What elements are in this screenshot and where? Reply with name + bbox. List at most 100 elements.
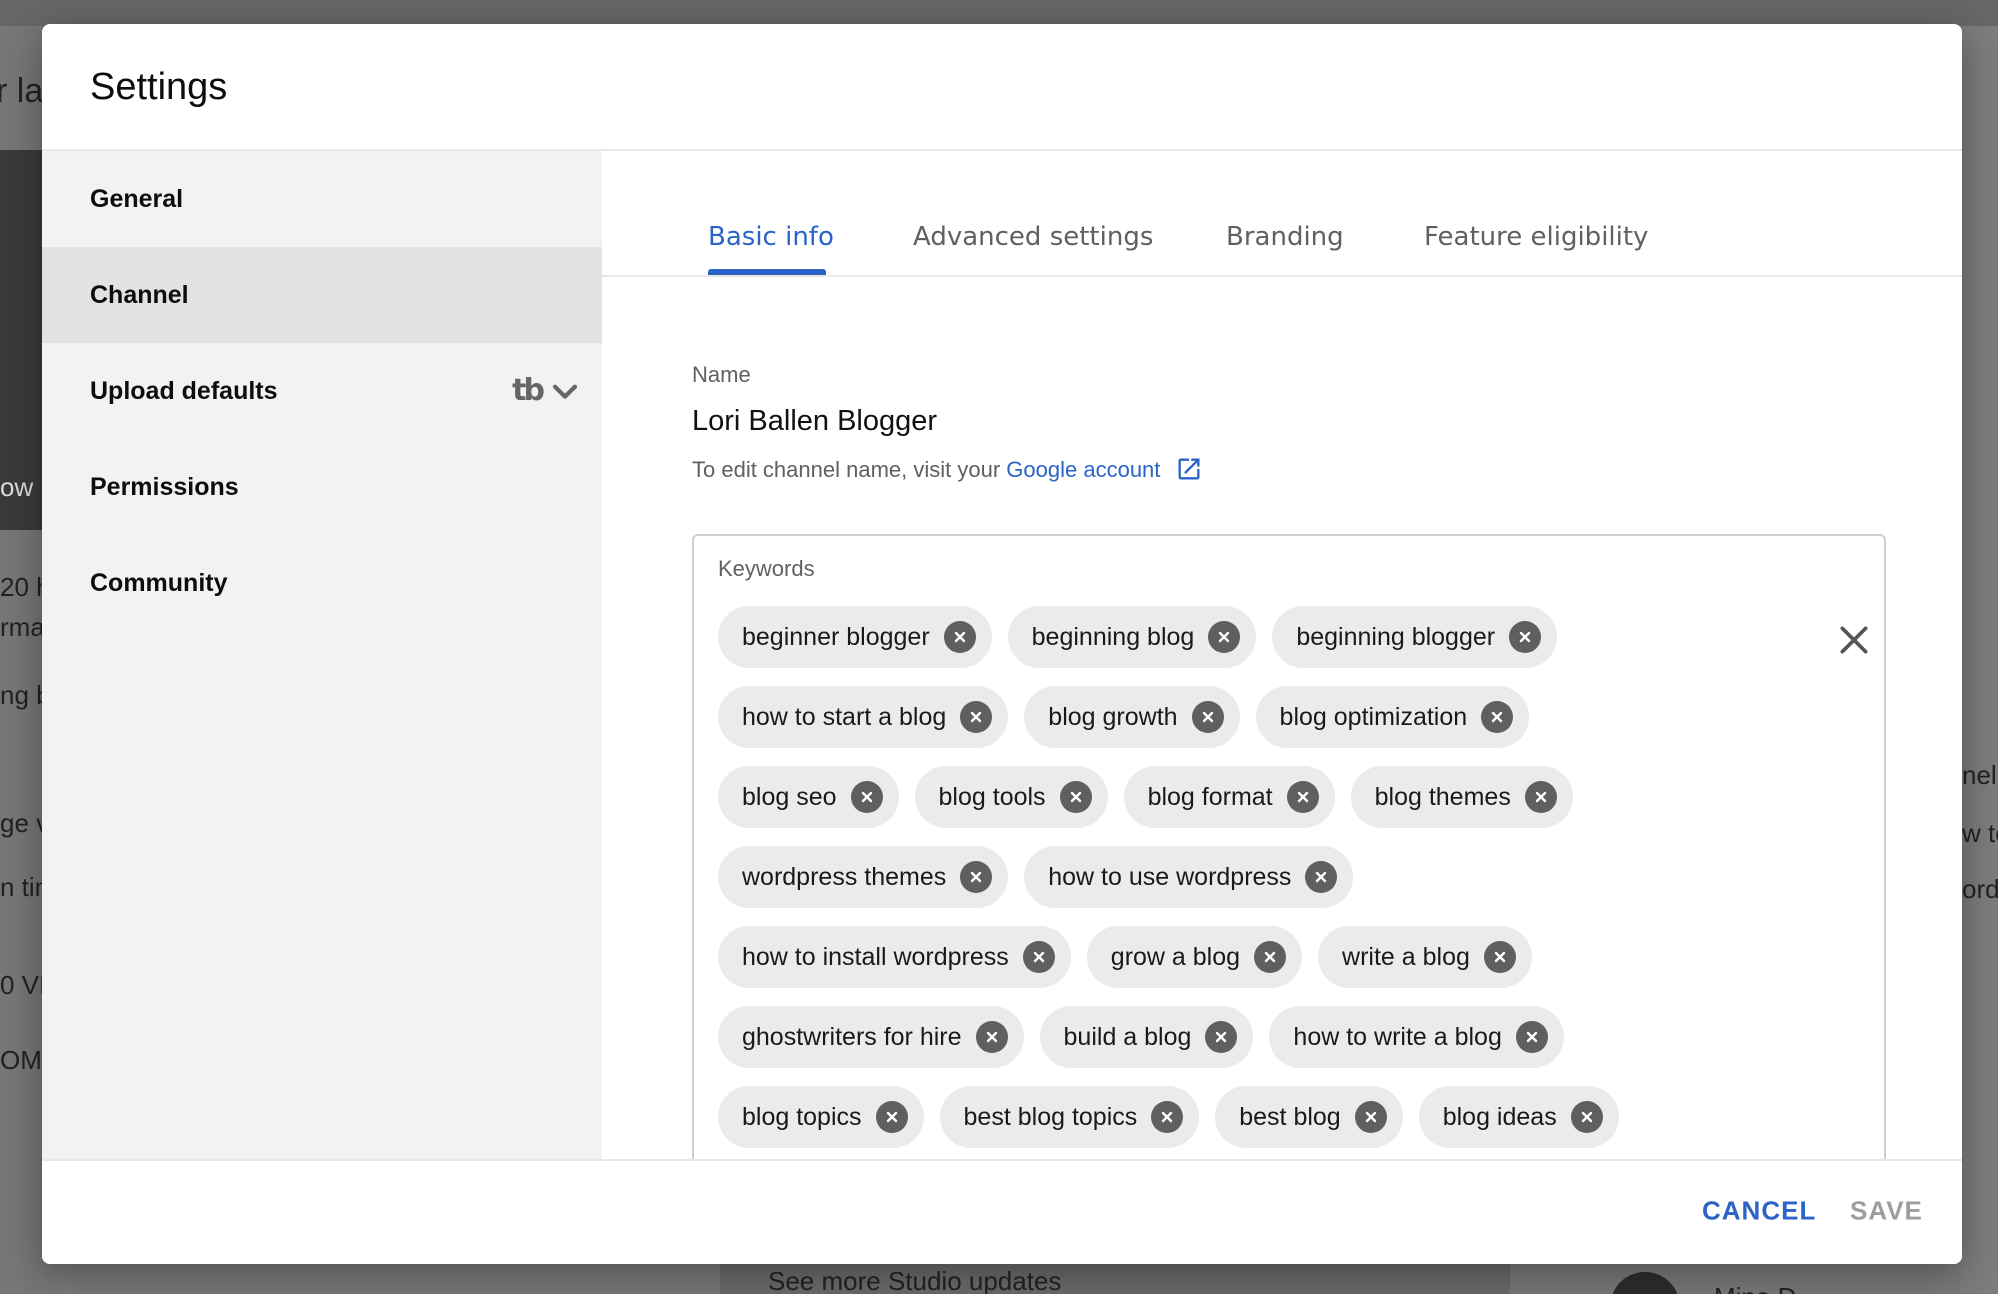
background-text: w to (1962, 818, 1998, 848)
keyword-chip-label: blog seo (742, 782, 837, 811)
keyword-chip-label: how to use wordpress (1048, 862, 1292, 891)
dialog-title: Settings (90, 66, 228, 108)
keyword-chip-row: blog seo blog tools blog format blog themes (718, 766, 1838, 828)
keyword-chip: build a blog (1039, 1006, 1254, 1068)
keyword-chip-label: blog format (1147, 782, 1273, 811)
dialog-header: Settings (42, 24, 1962, 151)
tab-feature-eligibility[interactable]: Feature eligibility (1424, 222, 1648, 252)
remove-keyword-icon[interactable] (1208, 621, 1241, 653)
sidebar-item-upload-defaults[interactable]: Upload defaults tb (42, 343, 602, 439)
keywords-field[interactable]: Keywords beginner blogger beginning blog b… (692, 534, 1886, 1234)
remove-keyword-icon[interactable] (1305, 861, 1338, 893)
channel-name-value: Lori Ballen Blogger (692, 405, 938, 437)
keyword-chip: wordpress themes (718, 846, 1009, 908)
keyword-chip-row: how to start a blog blog growth blog optim… (718, 686, 1838, 748)
edit-name-hint: To edit channel name, visit your Google … (692, 455, 1203, 483)
keyword-chip: how to write a blog (1269, 1006, 1564, 1068)
keyword-chip-label: ghostwriters for hire (742, 1022, 962, 1051)
tubebuddy-extension-toggle[interactable]: tb (512, 373, 582, 408)
background-text: ordl (1962, 874, 1998, 904)
remove-keyword-icon[interactable] (1022, 941, 1055, 973)
keyword-chip-label: wordpress themes (742, 862, 947, 891)
clear-keywords-close-icon[interactable] (1834, 620, 1874, 660)
cancel-button[interactable]: CANCEL (1702, 1196, 1816, 1227)
tab-basic-info[interactable]: Basic info (708, 222, 834, 252)
sidebar-item-channel[interactable]: Channel (42, 247, 602, 343)
settings-sidebar: General Channel Upload defaults tb Permi… (42, 151, 602, 1159)
remove-keyword-icon[interactable] (1151, 1101, 1184, 1133)
remove-keyword-icon[interactable] (943, 621, 976, 653)
keyword-chip: blog topics (718, 1086, 924, 1148)
tab-advanced-settings[interactable]: Advanced settings (913, 222, 1153, 252)
keyword-chip-label: build a blog (1063, 1022, 1192, 1051)
background-text: 0 VI (0, 970, 47, 1000)
background-text: ow (0, 472, 34, 502)
google-account-link[interactable]: Google account (1006, 457, 1160, 482)
remove-keyword-icon[interactable] (1481, 701, 1514, 733)
keyword-chip-label: best blog topics (963, 1102, 1138, 1131)
keyword-chip-row: how to install wordpress grow a blog write… (718, 926, 1838, 988)
keyword-chip-list: beginner blogger beginning blog beginning … (718, 606, 1838, 1246)
remove-keyword-icon[interactable] (1254, 941, 1287, 973)
keyword-chip: how to start a blog (718, 686, 1009, 748)
sidebar-item-community[interactable]: Community (42, 535, 602, 631)
channel-tabs: Basic info Advanced settings Branding Fe… (602, 151, 1962, 277)
remove-keyword-icon[interactable] (960, 861, 993, 893)
remove-keyword-icon[interactable] (875, 1101, 908, 1133)
sidebar-item-label: Permissions (90, 472, 239, 501)
remove-keyword-icon[interactable] (850, 781, 883, 813)
settings-dialog: Settings General Channel Upload defaults… (42, 24, 1962, 1264)
save-button[interactable]: SAVE (1850, 1196, 1923, 1227)
remove-keyword-icon[interactable] (1286, 781, 1319, 813)
sidebar-item-permissions[interactable]: Permissions (42, 439, 602, 535)
sidebar-item-label: General (90, 184, 184, 213)
keyword-chip: how to use wordpress (1024, 846, 1354, 908)
keyword-chip-row: blog topics best blog topics best blog blog… (718, 1086, 1838, 1148)
keyword-chip-label: blog tools (938, 782, 1046, 811)
background-text: Mina D (1714, 1282, 1796, 1294)
keyword-chip: grow a blog (1086, 926, 1303, 988)
keyword-chip: ghostwriters for hire (718, 1006, 1024, 1068)
chevron-down-icon (552, 384, 578, 399)
sidebar-item-label: Channel (90, 280, 189, 309)
keyword-chip-label: how to start a blog (742, 702, 947, 731)
keyword-chip-label: beginning blog (1031, 622, 1195, 651)
remove-keyword-icon[interactable] (960, 701, 993, 733)
sidebar-item-label: Upload defaults (90, 376, 278, 405)
background-topbar (0, 0, 1998, 26)
background-right-panel (1960, 26, 1998, 1294)
keyword-chip: how to install wordpress (718, 926, 1071, 988)
remove-keyword-icon[interactable] (1515, 1021, 1548, 1053)
keyword-chip-row: ghostwriters for hire build a blog how to … (718, 1006, 1838, 1068)
keyword-chip: blog seo (718, 766, 899, 828)
keyword-chip-label: beginning blogger (1296, 622, 1496, 651)
remove-keyword-icon[interactable] (1524, 781, 1557, 813)
sidebar-item-general[interactable]: General (42, 151, 602, 247)
remove-keyword-icon[interactable] (1354, 1101, 1387, 1133)
keyword-chip: write a blog (1318, 926, 1532, 988)
open-in-new-icon[interactable] (1175, 455, 1203, 483)
keyword-chip: blog format (1123, 766, 1335, 828)
background-text: r la (0, 72, 44, 110)
keyword-chip-row: beginner blogger beginning blog beginning … (718, 606, 1838, 668)
background-text: See more Studio updates (768, 1266, 1062, 1294)
keyword-chip-label: grow a blog (1110, 942, 1241, 971)
remove-keyword-icon[interactable] (1191, 701, 1224, 733)
keyword-chip-label: blog optimization (1279, 702, 1468, 731)
keyword-chip: beginning blog (1007, 606, 1257, 668)
keyword-chip-label: write a blog (1342, 942, 1470, 971)
background-avatar (1610, 1272, 1680, 1294)
channel-settings-panel: Basic info Advanced settings Branding Fe… (602, 151, 1962, 1234)
name-label: Name (692, 362, 751, 387)
remove-keyword-icon[interactable] (975, 1021, 1008, 1053)
tab-branding[interactable]: Branding (1226, 222, 1344, 252)
remove-keyword-icon[interactable] (1509, 621, 1542, 653)
keyword-chip: best blog topics (939, 1086, 1200, 1148)
active-tab-indicator (708, 269, 826, 275)
keyword-chip-label: blog topics (742, 1102, 862, 1131)
remove-keyword-icon[interactable] (1483, 941, 1516, 973)
remove-keyword-icon[interactable] (1570, 1101, 1603, 1133)
keyword-chip-label: blog ideas (1442, 1102, 1557, 1131)
remove-keyword-icon[interactable] (1059, 781, 1092, 813)
remove-keyword-icon[interactable] (1205, 1021, 1238, 1053)
